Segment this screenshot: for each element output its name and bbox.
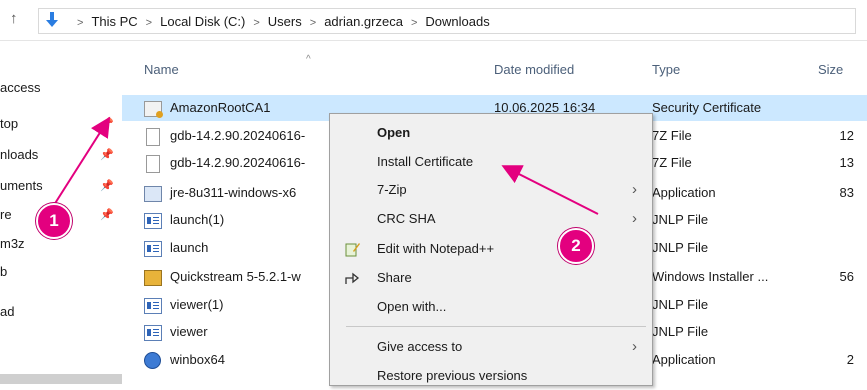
annotation-badge-2: 2 [558, 228, 594, 264]
annotation-badge-1: 1 [36, 203, 72, 239]
annotation-arrow-2 [501, 165, 599, 215]
annotation-arrows [53, 116, 599, 215]
annotation-arrow-1 [53, 116, 111, 206]
